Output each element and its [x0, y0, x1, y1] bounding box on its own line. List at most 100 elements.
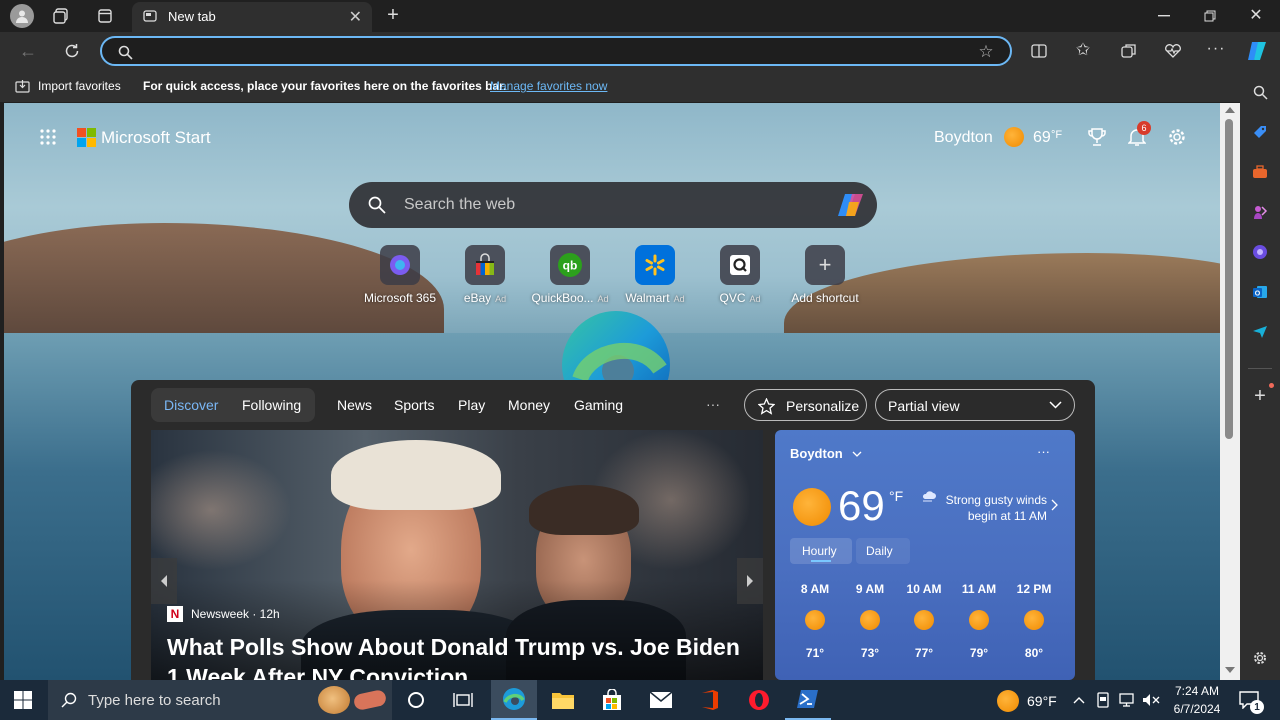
tab-actions-icon[interactable] [94, 6, 116, 26]
tray-device-icon[interactable] [1094, 690, 1112, 710]
svg-text:qb: qb [563, 259, 578, 273]
browser-essentials-icon[interactable] [1162, 40, 1184, 62]
apps-grid-icon[interactable] [38, 127, 58, 147]
copilot-sidebar-icon[interactable] [1250, 242, 1270, 262]
taskbar-mail[interactable] [638, 680, 684, 720]
brand-title[interactable]: Microsoft Start [101, 128, 211, 148]
import-favorites-button[interactable]: Import favorites [38, 79, 121, 93]
web-search-box[interactable]: Search the web [349, 182, 877, 228]
carousel-next-icon[interactable] [737, 558, 763, 604]
task-view-button[interactable] [440, 680, 486, 720]
tray-clock-date[interactable]: 6/7/2024 [1166, 702, 1228, 716]
tray-network-icon[interactable] [1117, 690, 1137, 710]
tab-daily[interactable]: Daily [856, 538, 910, 564]
shortcut-label: Walmart [625, 291, 670, 305]
sidebar-search-icon[interactable] [1250, 82, 1270, 102]
sidebar-settings-icon[interactable] [1250, 648, 1270, 668]
taskbar-search-box[interactable]: Type here to search [48, 680, 392, 720]
tray-clock-time[interactable]: 7:24 AM [1172, 684, 1222, 698]
view-mode-select[interactable]: Partial view [875, 389, 1075, 421]
svg-text:O: O [1255, 291, 1261, 298]
tab-gaming[interactable]: Gaming [574, 397, 623, 413]
more-tabs-button[interactable]: ··· [706, 396, 720, 412]
weather-card[interactable]: Boydton ··· 69 °F Strong gusty winds beg… [775, 430, 1075, 680]
weather-location[interactable]: Boydton [790, 446, 843, 461]
tab-sports[interactable]: Sports [394, 397, 434, 413]
tab-money[interactable]: Money [508, 397, 550, 413]
page-settings-gear-icon[interactable] [1166, 125, 1188, 149]
header-temp[interactable]: 69 [1033, 129, 1051, 147]
alert-chevron-right-icon[interactable] [1049, 498, 1059, 512]
collections-icon[interactable] [1118, 40, 1140, 62]
weather-more-button[interactable]: ··· [1037, 444, 1050, 459]
article-source[interactable]: Newsweek · 12h [191, 607, 280, 621]
games-icon[interactable] [1250, 202, 1270, 222]
favorites-icon[interactable]: ✩ [1072, 39, 1094, 61]
tray-volume-muted-icon[interactable] [1141, 690, 1161, 710]
new-tab-plus-icon[interactable]: + [382, 4, 404, 26]
carousel-prev-icon[interactable] [151, 558, 177, 604]
shortcut-quickbooks[interactable]: qb QuickBoo... Ad [528, 245, 612, 305]
add-sidebar-app-icon[interactable]: + [1250, 385, 1270, 407]
weather-alert[interactable]: Strong gusty winds begin at 11 AM [935, 492, 1047, 524]
taskbar-powershell[interactable] [785, 680, 831, 720]
tab-following[interactable]: Following [242, 397, 301, 413]
favorite-star-icon[interactable]: ☆ [976, 42, 996, 62]
shortcut-add[interactable]: + Add shortcut [783, 245, 867, 305]
start-button[interactable] [0, 680, 46, 720]
favorites-bar-message: For quick access, place your favorites h… [143, 79, 507, 93]
tab-play[interactable]: Play [458, 397, 485, 413]
tab-hourly[interactable]: Hourly [790, 538, 852, 564]
article-headline[interactable]: What Polls Show About Donald Trump vs. J… [167, 634, 740, 661]
shortcut-qvc[interactable]: QVC Ad [698, 245, 782, 305]
shopping-tag-icon[interactable] [1250, 122, 1270, 142]
taskbar-edge[interactable] [491, 680, 537, 720]
weather-sun-icon [793, 488, 831, 526]
location-chevron-down-icon[interactable] [851, 448, 863, 460]
restore-icon[interactable] [1198, 6, 1222, 26]
copilot-search-icon[interactable] [837, 191, 867, 219]
drop-send-icon[interactable] [1250, 322, 1270, 342]
profile-avatar[interactable] [10, 4, 34, 28]
workspaces-icon[interactable] [50, 6, 72, 26]
outlook-icon[interactable]: O [1250, 282, 1270, 302]
split-screen-icon[interactable] [1028, 40, 1050, 62]
scroll-down-icon[interactable] [1224, 665, 1236, 675]
taskbar-opera[interactable] [736, 680, 782, 720]
close-window-icon[interactable]: ✕ [1244, 4, 1268, 26]
title-bar: New tab ✕ + ✕ [0, 0, 1280, 32]
shortcut-microsoft-365[interactable]: Microsoft 365 [358, 245, 442, 305]
shortcut-walmart[interactable]: Walmart Ad [613, 245, 697, 305]
shortcut-ebay[interactable]: eBay Ad [443, 245, 527, 305]
taskbar-store[interactable] [589, 680, 635, 720]
ad-label: Ad [673, 294, 685, 304]
tray-chevron-up-icon[interactable] [1070, 690, 1088, 710]
hourly-forecast-item: 12 PM 80° [1011, 582, 1057, 660]
minimize-icon[interactable] [1152, 6, 1176, 26]
page-scrollbar[interactable] [1220, 103, 1240, 680]
tab-discover[interactable]: Discover [164, 397, 218, 413]
personalize-button[interactable]: Personalize [744, 389, 867, 421]
article-headline-line-2[interactable]: 1 Week After NY Conviction [167, 664, 468, 680]
back-icon[interactable]: ← [16, 40, 40, 62]
hero-article-card[interactable]: N Newsweek · 12h What Polls Show About D… [151, 430, 763, 680]
rewards-trophy-icon[interactable] [1086, 125, 1108, 149]
manage-favorites-link[interactable]: Manage favorites now [490, 79, 607, 93]
settings-more-icon[interactable]: ··· [1204, 38, 1228, 60]
close-tab-icon[interactable]: ✕ [349, 7, 362, 27]
tab-new-tab[interactable]: New tab ✕ [132, 2, 372, 32]
copilot-icon[interactable] [1244, 38, 1272, 64]
address-bar[interactable]: ☆ [100, 36, 1012, 66]
taskbar-office[interactable] [687, 680, 733, 720]
refresh-icon[interactable] [60, 40, 84, 62]
tray-weather-temp[interactable]: 69°F [1027, 693, 1057, 709]
header-location[interactable]: Boydton [934, 129, 993, 147]
cortana-button[interactable] [393, 680, 439, 720]
scrollbar-thumb[interactable] [1225, 119, 1233, 439]
tray-weather-sun-icon[interactable] [997, 690, 1019, 712]
tab-news[interactable]: News [337, 397, 372, 413]
scroll-up-icon[interactable] [1224, 105, 1236, 115]
taskbar-file-explorer[interactable] [540, 680, 586, 720]
tools-briefcase-icon[interactable] [1250, 162, 1270, 182]
search-highlight-bagel-icon [318, 686, 350, 714]
